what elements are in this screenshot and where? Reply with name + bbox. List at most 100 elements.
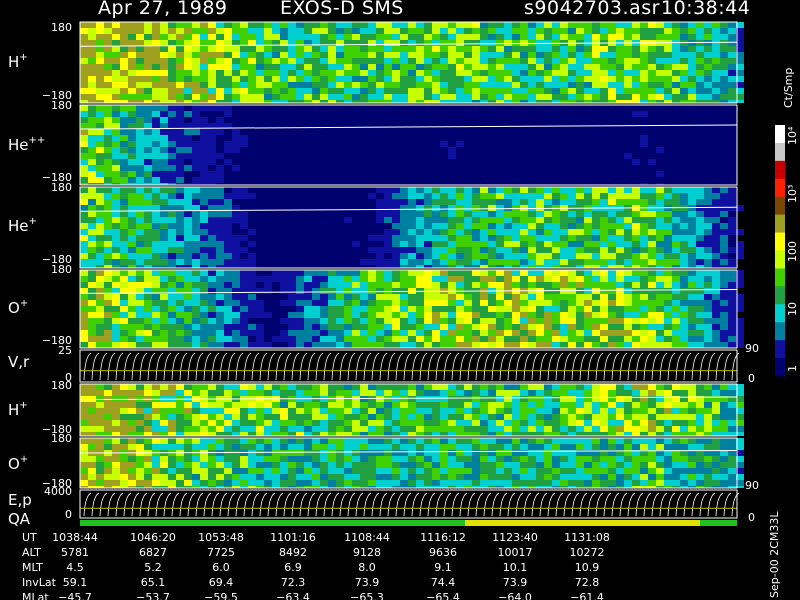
heatmap-cell [128, 129, 136, 135]
heatmap-cell [96, 300, 104, 306]
heatmap-cell [152, 105, 160, 111]
heatmap-cell [200, 70, 208, 76]
heatmap-cell [536, 336, 544, 342]
heatmap-cell [464, 22, 472, 28]
heatmap-cell [120, 294, 128, 300]
heatmap-cell [448, 259, 456, 265]
heatmap-cell [520, 34, 528, 40]
heatmap-cell [424, 384, 432, 390]
heatmap-cell [248, 46, 256, 52]
heatmap-cell [496, 205, 504, 211]
heatmap-cell [152, 330, 160, 336]
heatmap-cell [488, 94, 496, 100]
heatmap-cell [112, 187, 120, 193]
heatmap-cell [640, 300, 648, 306]
heatmap-cell [336, 58, 344, 64]
heatmap-cell [560, 300, 568, 306]
heatmap-cell [232, 187, 240, 193]
heatmap-cell [120, 193, 128, 199]
heatmap-cell [456, 408, 464, 414]
heatmap-cell [680, 217, 688, 223]
heatmap-cell [216, 342, 224, 348]
heatmap-cell [96, 432, 104, 436]
heatmap-cell [664, 270, 672, 276]
heatmap-cell [320, 480, 328, 486]
heatmap-cell [568, 414, 576, 420]
heatmap-cell [120, 408, 128, 414]
heatmap-cell [248, 432, 256, 436]
heatmap-cell [136, 235, 144, 241]
heatmap-cell [488, 408, 496, 414]
heatmap-cell [520, 187, 528, 193]
heatmap-cell [216, 294, 224, 300]
heatmap-cell [336, 294, 344, 300]
heatmap-cell [568, 408, 576, 414]
heatmap-cell [512, 28, 520, 34]
heatmap-cell [720, 294, 728, 300]
heatmap-cell [496, 64, 504, 70]
heatmap-cell [480, 235, 488, 241]
heatmap-cell [88, 70, 96, 76]
heatmap-cell [184, 444, 192, 450]
heatmap-cell [376, 420, 384, 426]
heatmap-cell [416, 46, 424, 52]
heatmap-cell [576, 408, 584, 414]
heatmap-cell [224, 300, 232, 306]
heatmap-cell [440, 426, 448, 432]
heatmap-cell [656, 474, 664, 480]
heatmap-cell [176, 462, 184, 468]
heatmap-cell [456, 342, 464, 348]
heatmap-cell [320, 34, 328, 40]
heatmap-cell [232, 193, 240, 199]
heatmap-cell [432, 34, 440, 40]
heatmap-cell [416, 28, 424, 34]
heatmap-cell [304, 384, 312, 390]
heatmap-cell [616, 46, 624, 52]
heatmap-cell [696, 474, 704, 480]
heatmap-cell [648, 70, 656, 76]
heatmap-cell [80, 46, 88, 52]
heatmap-cell [240, 88, 248, 94]
heatmap-cell [328, 276, 336, 282]
heatmap-cell [128, 444, 136, 450]
heatmap-cell [472, 480, 480, 486]
heatmap-cell [112, 300, 120, 306]
heatmap-cell [320, 402, 328, 408]
heatmap-cell [296, 336, 304, 342]
heatmap-cell [392, 76, 400, 82]
heatmap-cell [624, 300, 632, 306]
heatmap-cell [488, 450, 496, 456]
heatmap-cell [608, 408, 616, 414]
heatmap-cell [216, 474, 224, 480]
heatmap-cell [96, 396, 104, 402]
heatmap-cell [408, 211, 416, 217]
heatmap-cell [112, 153, 120, 159]
heatmap-cell [656, 438, 664, 444]
heatmap-cell [664, 432, 672, 436]
heatmap-cell [352, 420, 360, 426]
heatmap-cell [176, 52, 184, 58]
heatmap-cell [544, 276, 552, 282]
heatmap-cell [624, 414, 632, 420]
heatmap-cell [208, 330, 216, 336]
heatmap-cell [328, 312, 336, 318]
heatmap-cell [200, 199, 208, 205]
heatmap-cell [520, 88, 528, 94]
heatmap-cell [200, 235, 208, 241]
heatmap-cell [152, 141, 160, 147]
heatmap-cell [160, 294, 168, 300]
heatmap-cell [488, 40, 496, 46]
heatmap-cell [280, 474, 288, 480]
heatmap-cell [696, 408, 704, 414]
heatmap-cell [248, 253, 256, 259]
heatmap-cell [192, 117, 200, 123]
heatmap-cell [240, 235, 248, 241]
heatmap-cell [720, 270, 728, 276]
heatmap-cell [256, 76, 264, 82]
heatmap-cell [496, 235, 504, 241]
heatmap-cell [416, 426, 424, 432]
heatmap-cell [400, 468, 408, 474]
heatmap-cell [488, 28, 496, 34]
heatmap-cell [304, 318, 312, 324]
heatmap-cell [96, 342, 104, 348]
